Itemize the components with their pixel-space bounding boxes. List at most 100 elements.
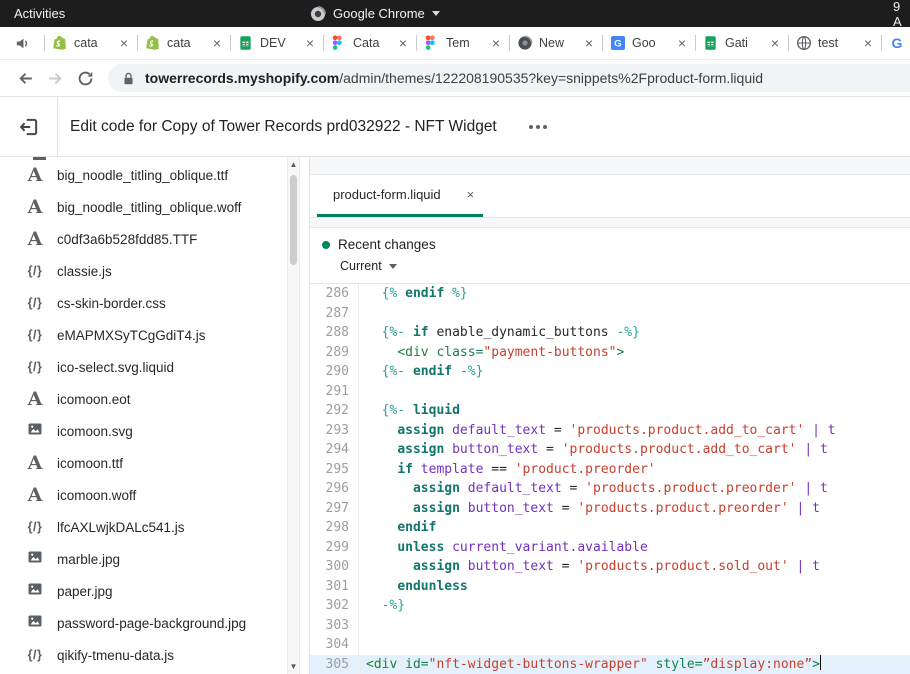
sidebar-file-item[interactable]: {/}ico-select.svg.liquid bbox=[0, 351, 287, 383]
code-line[interactable]: 291 bbox=[310, 382, 910, 402]
sidebar-file-item[interactable]: icomoon.svg bbox=[0, 415, 287, 447]
forward-button[interactable] bbox=[40, 63, 70, 93]
browser-tab[interactable]: New× bbox=[509, 27, 602, 59]
sidebar-file-item[interactable]: password-page-background.jpg bbox=[0, 607, 287, 639]
browser-tab[interactable]: GGoo× bbox=[602, 27, 695, 59]
browser-tab-label: Gati bbox=[725, 36, 764, 50]
file-name: ico-select.svg.liquid bbox=[57, 360, 174, 375]
browser-tab[interactable]: Cata× bbox=[323, 27, 416, 59]
code-line[interactable]: 298 endif bbox=[310, 518, 910, 538]
editor-tab-product-form[interactable]: product-form.liquid × bbox=[317, 175, 483, 217]
code-line[interactable]: 301 endunless bbox=[310, 577, 910, 597]
browser-tab[interactable]: Gati × bbox=[695, 27, 788, 59]
sidebar-file-item[interactable]: Abig_noodle_titling_oblique.ttf bbox=[0, 159, 287, 191]
browser-tab[interactable]: test × bbox=[788, 27, 881, 59]
focused-app-menu[interactable]: Google Chrome bbox=[310, 0, 440, 27]
tab-close-icon[interactable]: × bbox=[770, 35, 780, 51]
line-number: 293 bbox=[310, 421, 358, 441]
file-name: classie.js bbox=[57, 264, 112, 279]
code-line[interactable]: 290 {%- endif -%} bbox=[310, 362, 910, 382]
scroll-down-arrow-icon[interactable]: ▼ bbox=[288, 662, 299, 671]
shopify-favicon-icon bbox=[52, 35, 68, 51]
code-line-content: assign default_text = 'products.product.… bbox=[358, 421, 836, 441]
scrollbar-thumb[interactable] bbox=[290, 175, 297, 265]
code-line[interactable]: 305<div id="nft-widget-buttons-wrapper" … bbox=[310, 655, 910, 674]
version-dropdown[interactable]: Current bbox=[340, 259, 910, 273]
sidebar-file-item[interactable]: marble.jpg bbox=[0, 543, 287, 575]
code-file-icon: {/} bbox=[24, 264, 46, 278]
code-line-content: endunless bbox=[358, 577, 468, 597]
file-list: Abig_noodle_titling_oblique.ttfAbig_nood… bbox=[0, 157, 287, 674]
code-line[interactable]: 299 unless current_variant.available bbox=[310, 538, 910, 558]
sidebar-file-item[interactable]: Ac0df3a6b528fdd85.TTF bbox=[0, 223, 287, 255]
lock-icon bbox=[122, 71, 135, 86]
sidebar-scrollbar[interactable]: ▲ ▼ bbox=[287, 157, 300, 674]
browser-tab[interactable]: Tem× bbox=[416, 27, 509, 59]
exit-code-editor-button[interactable] bbox=[0, 116, 57, 138]
sidebar-file-item[interactable]: {/}lfcAXLwjkDALc541.js bbox=[0, 511, 287, 543]
sidebar-file-item[interactable]: {/}eMAPMXSyTCgGdiT4.js bbox=[0, 319, 287, 351]
tab-close-icon[interactable]: × bbox=[863, 35, 873, 51]
font-file-icon: A bbox=[24, 390, 46, 409]
browser-tab-label: test bbox=[818, 36, 857, 50]
tab-audio-icon[interactable] bbox=[0, 27, 44, 59]
sidebar-file-item[interactable]: Aicomoon.ttf bbox=[0, 447, 287, 479]
sidebar-file-item[interactable]: {/} classie.js bbox=[0, 255, 287, 287]
browser-tabs-container: cata×cata×DEV×Cata×Tem×New×GGoo×Gati×tes… bbox=[44, 27, 910, 59]
scroll-up-arrow-icon[interactable]: ▲ bbox=[288, 160, 299, 169]
code-line[interactable]: 304 bbox=[310, 635, 910, 655]
tab-close-icon[interactable]: × bbox=[305, 35, 315, 51]
code-editor-panel: product-form.liquid × Recent changes Cur… bbox=[310, 157, 910, 674]
more-options-button[interactable] bbox=[523, 119, 553, 135]
code-line[interactable]: 293 assign default_text = 'products.prod… bbox=[310, 421, 910, 441]
browser-tab-strip: cata×cata×DEV×Cata×Tem×New×GGoo×Gati×tes… bbox=[0, 27, 910, 60]
address-bar[interactable]: towerrecords.myshopify.com/admin/themes/… bbox=[108, 64, 910, 92]
editor-tab-close-icon[interactable]: × bbox=[467, 187, 475, 202]
back-button[interactable] bbox=[10, 63, 40, 93]
sidebar-file-item[interactable]: Abig_noodle_titling_oblique.woff bbox=[0, 191, 287, 223]
code-line[interactable]: 292 {%- liquid bbox=[310, 401, 910, 421]
code-line[interactable]: 297 assign button_text = 'products.produ… bbox=[310, 499, 910, 519]
code-area[interactable]: 286 {% endif %}287288 {%- if enable_dyna… bbox=[310, 284, 910, 674]
browser-tab[interactable]: DEV× bbox=[230, 27, 323, 59]
code-line[interactable]: 300 assign button_text = 'products.produ… bbox=[310, 557, 910, 577]
translate-favicon-icon: G bbox=[610, 35, 626, 51]
tab-close-icon[interactable]: × bbox=[212, 35, 222, 51]
sidebar-file-item[interactable]: {/}cs-skin-border.css bbox=[0, 287, 287, 319]
code-line[interactable]: 287 bbox=[310, 304, 910, 324]
sphere-favicon-icon bbox=[517, 35, 533, 51]
code-line-content: assign default_text = 'products.product.… bbox=[358, 479, 828, 499]
code-line-content: unless current_variant.available bbox=[358, 538, 648, 558]
browser-tab[interactable]: cata× bbox=[137, 27, 230, 59]
image-file-icon bbox=[24, 581, 46, 602]
code-line[interactable]: 303 bbox=[310, 616, 910, 636]
file-name: password-page-background.jpg bbox=[57, 616, 246, 631]
sidebar-file-item[interactable]: Aicomoon.eot bbox=[0, 383, 287, 415]
editor-tab-label: product-form.liquid bbox=[333, 187, 441, 202]
tab-close-icon[interactable]: × bbox=[491, 35, 501, 51]
tab-close-icon[interactable]: × bbox=[398, 35, 408, 51]
code-line[interactable]: 295 if template == 'product.preorder' bbox=[310, 460, 910, 480]
code-line-content: {%- if enable_dynamic_buttons -%} bbox=[358, 323, 640, 343]
tab-close-icon[interactable]: × bbox=[584, 35, 594, 51]
sidebar-file-item[interactable]: paper.jpg bbox=[0, 575, 287, 607]
code-line[interactable]: 288 {%- if enable_dynamic_buttons -%} bbox=[310, 323, 910, 343]
tab-close-icon[interactable]: × bbox=[119, 35, 129, 51]
activities-button[interactable]: Activities bbox=[14, 6, 65, 21]
sidebar-file-item[interactable]: Aicomoon.woff bbox=[0, 479, 287, 511]
browser-tab[interactable]: G bbox=[881, 27, 910, 59]
reload-button[interactable] bbox=[70, 63, 100, 93]
browser-tab[interactable]: cata× bbox=[44, 27, 137, 59]
code-line-content: -%} bbox=[358, 596, 405, 616]
sidebar-file-item[interactable]: {/}qikify-tmenu-data.js bbox=[0, 639, 287, 671]
page-title: Edit code for Copy of Tower Records prd0… bbox=[70, 118, 497, 136]
font-file-icon: A bbox=[24, 230, 46, 249]
code-line-content: <div id="nft-widget-buttons-wrapper" sty… bbox=[358, 655, 821, 674]
code-line[interactable]: 302 -%} bbox=[310, 596, 910, 616]
code-line[interactable]: 294 assign button_text = 'products.produ… bbox=[310, 440, 910, 460]
file-name: big_noodle_titling_oblique.ttf bbox=[57, 168, 228, 183]
tab-close-icon[interactable]: × bbox=[677, 35, 687, 51]
code-line[interactable]: 296 assign default_text = 'products.prod… bbox=[310, 479, 910, 499]
code-line[interactable]: 286 {% endif %} bbox=[310, 284, 910, 304]
code-line[interactable]: 289 <div class="payment-buttons"> bbox=[310, 343, 910, 363]
